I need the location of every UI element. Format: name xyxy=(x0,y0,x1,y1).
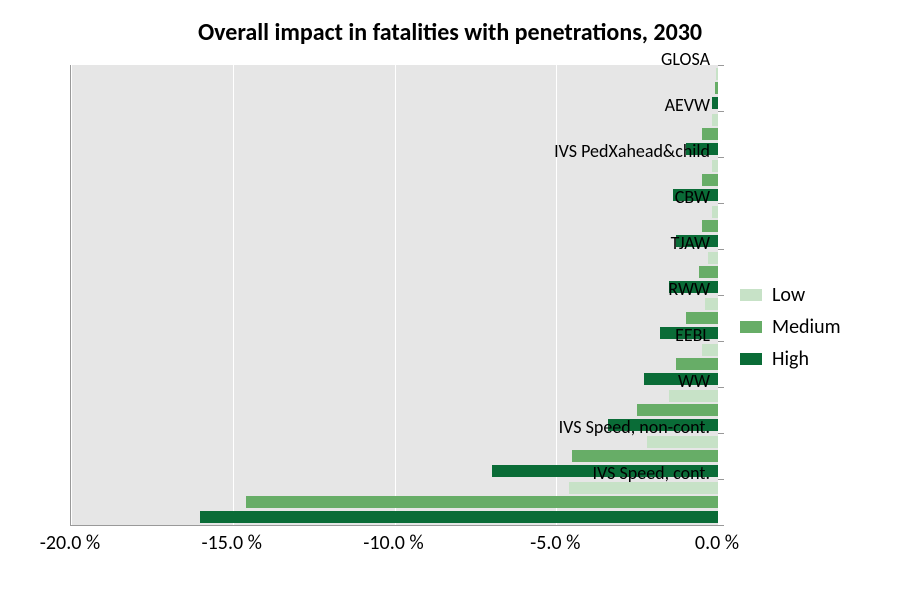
bar-low xyxy=(669,390,718,402)
bar-medium xyxy=(702,128,718,140)
legend: Low Medium High xyxy=(740,275,841,379)
category-label: IVS PedXahead&child xyxy=(554,140,710,162)
category-label: IVS Speed, non-cont. xyxy=(559,416,710,438)
bar-medium xyxy=(676,358,718,370)
bar-medium xyxy=(637,404,718,416)
bar-medium xyxy=(702,174,718,186)
y-axis-tick xyxy=(718,65,724,66)
legend-swatch-high xyxy=(740,353,762,365)
bar-high xyxy=(712,97,718,109)
x-axis-tick-label: -15.0 % xyxy=(202,531,262,555)
category-group: IVS Speed, cont. xyxy=(71,479,718,525)
category-group: RWW xyxy=(71,295,718,341)
bar-low xyxy=(708,252,718,264)
y-axis-tick xyxy=(718,111,724,112)
legend-item-low: Low xyxy=(740,283,841,307)
legend-label: High xyxy=(772,347,809,371)
x-axis-tick-label: 0.0 % xyxy=(695,531,739,555)
y-axis-tick xyxy=(718,249,724,250)
category-label: CBW xyxy=(675,186,710,208)
x-axis-tick-label: -20.0 % xyxy=(40,531,100,555)
bar-medium xyxy=(715,82,718,94)
legend-label: Medium xyxy=(772,315,841,339)
chart-title: Overall impact in fatalities with penetr… xyxy=(0,0,900,55)
category-group: GLOSA xyxy=(71,65,718,111)
bar-low xyxy=(712,114,718,126)
category-group: IVS PedXahead&child xyxy=(71,157,718,203)
category-group: TJAW xyxy=(71,249,718,295)
category-label: AEVW xyxy=(665,94,710,116)
y-axis-tick xyxy=(718,295,724,296)
bar-high xyxy=(200,511,718,523)
category-group: EEBL xyxy=(71,341,718,387)
y-axis-tick xyxy=(718,203,724,204)
bar-medium xyxy=(572,450,718,462)
y-axis-tick xyxy=(718,433,724,434)
bar-medium xyxy=(702,220,718,232)
bar-low xyxy=(712,160,718,172)
bar-medium xyxy=(246,496,718,508)
bar-low xyxy=(647,436,718,448)
legend-item-medium: Medium xyxy=(740,315,841,339)
legend-label: Low xyxy=(772,283,805,307)
y-axis-tick xyxy=(718,479,724,480)
legend-swatch-medium xyxy=(740,321,762,333)
x-axis-tick-label: -10.0 % xyxy=(363,531,423,555)
y-axis-tick xyxy=(718,341,724,342)
y-axis-ticks xyxy=(718,65,724,525)
x-axis-tick-label: -5.0 % xyxy=(530,531,580,555)
category-label: TJAW xyxy=(671,232,710,254)
legend-swatch-low xyxy=(740,289,762,301)
bar-medium xyxy=(686,312,718,324)
bar-low xyxy=(712,206,718,218)
bar-low xyxy=(702,344,718,356)
category-group: CBW xyxy=(71,203,718,249)
y-axis-tick xyxy=(718,157,724,158)
category-label: GLOSA xyxy=(661,48,710,70)
bar-low xyxy=(716,68,718,80)
bar-low xyxy=(569,482,718,494)
category-label: WW xyxy=(678,370,710,392)
y-axis-tick xyxy=(718,525,724,526)
legend-item-high: High xyxy=(740,347,841,371)
category-label: RWW xyxy=(668,278,710,300)
category-label: IVS Speed, cont. xyxy=(593,462,710,484)
plot-area: GLOSAAEVWIVS PedXahead&childCBWTJAWRWWEE… xyxy=(70,65,718,526)
bar-medium xyxy=(699,266,718,278)
chart: GLOSAAEVWIVS PedXahead&childCBWTJAWRWWEE… xyxy=(0,55,900,595)
bar-low xyxy=(705,298,718,310)
y-axis-tick xyxy=(718,387,724,388)
category-label: EEBL xyxy=(675,324,710,346)
